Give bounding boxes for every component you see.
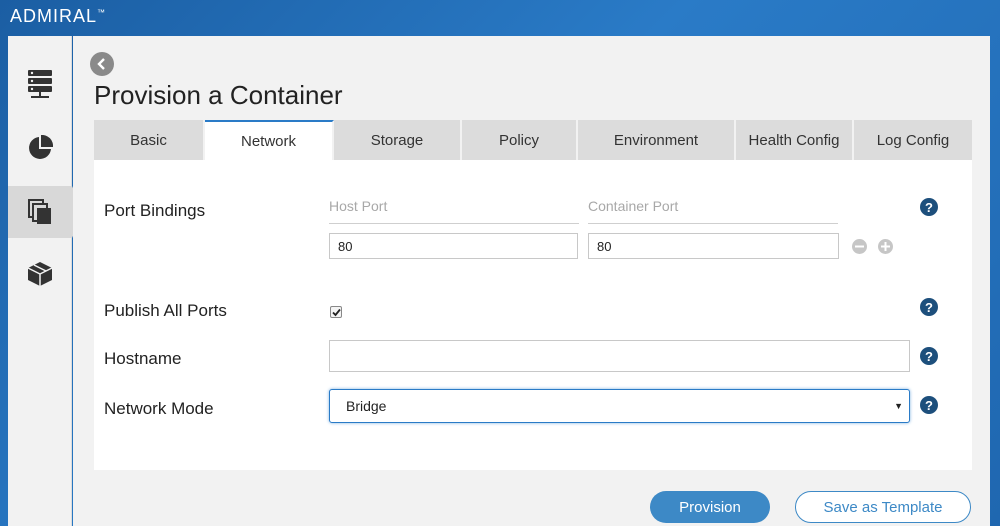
templates-icon (28, 199, 51, 224)
sidebar-item-containers[interactable] (8, 248, 72, 300)
sidebar-item-hosts[interactable] (8, 58, 72, 110)
host-port-header: Host Port (329, 198, 579, 224)
top-bar: ADMIRAL™ (0, 0, 1000, 36)
add-port-button[interactable] (878, 239, 893, 254)
port-bindings-label: Port Bindings (104, 201, 206, 220)
caret-down-icon: ▼ (894, 401, 903, 411)
plus-icon (881, 242, 890, 251)
tab-network[interactable]: Network (205, 120, 334, 160)
back-button[interactable] (90, 52, 114, 76)
hostname-label: Hostname (104, 349, 182, 368)
save-as-template-button[interactable]: Save as Template (795, 491, 971, 523)
provision-button[interactable]: Provision (650, 491, 770, 523)
server-icon (28, 70, 52, 98)
minus-icon (855, 245, 864, 248)
tab-bar: Basic Network Storage Policy Environment… (94, 120, 972, 160)
network-mode-select[interactable]: Bridge ▼ (329, 389, 910, 423)
main-content: Provision a Container Basic Network Stor… (73, 36, 990, 526)
pie-chart-icon (29, 135, 53, 159)
sidebar-item-templates[interactable] (8, 186, 84, 238)
container-port-header: Container Port (588, 198, 838, 224)
publish-all-ports-help-icon[interactable]: ? (920, 298, 938, 316)
tab-log-config[interactable]: Log Config (854, 120, 972, 160)
publish-all-ports-checkbox[interactable] (330, 306, 342, 318)
container-port-input[interactable] (588, 233, 839, 259)
network-mode-selected: Bridge (346, 398, 387, 414)
network-mode-help-icon[interactable]: ? (920, 396, 938, 414)
tab-basic[interactable]: Basic (94, 120, 205, 160)
tab-storage[interactable]: Storage (334, 120, 462, 160)
app-logo[interactable]: ADMIRAL™ (10, 6, 106, 27)
brand-name: ADMIRAL (10, 6, 98, 26)
hostname-help-icon[interactable]: ? (920, 347, 938, 365)
tab-environment[interactable]: Environment (578, 120, 736, 160)
network-panel: Port Bindings Host Port Container Port ?… (94, 160, 972, 470)
box-icon (27, 262, 53, 286)
page-title: Provision a Container (94, 80, 343, 110)
host-port-input[interactable] (329, 233, 578, 259)
sidebar (8, 36, 84, 526)
port-bindings-help-icon[interactable]: ? (920, 198, 938, 216)
checkmark-icon (331, 308, 341, 316)
hostname-input[interactable] (329, 340, 910, 372)
tab-health-config[interactable]: Health Config (736, 120, 854, 160)
tab-policy[interactable]: Policy (462, 120, 578, 160)
network-mode-label: Network Mode (104, 399, 214, 418)
remove-port-button[interactable] (852, 239, 867, 254)
chevron-left-icon (97, 58, 105, 70)
publish-all-ports-label: Publish All Ports (104, 301, 227, 320)
sidebar-item-dashboard[interactable] (8, 122, 72, 174)
brand-trademark: ™ (97, 8, 107, 17)
